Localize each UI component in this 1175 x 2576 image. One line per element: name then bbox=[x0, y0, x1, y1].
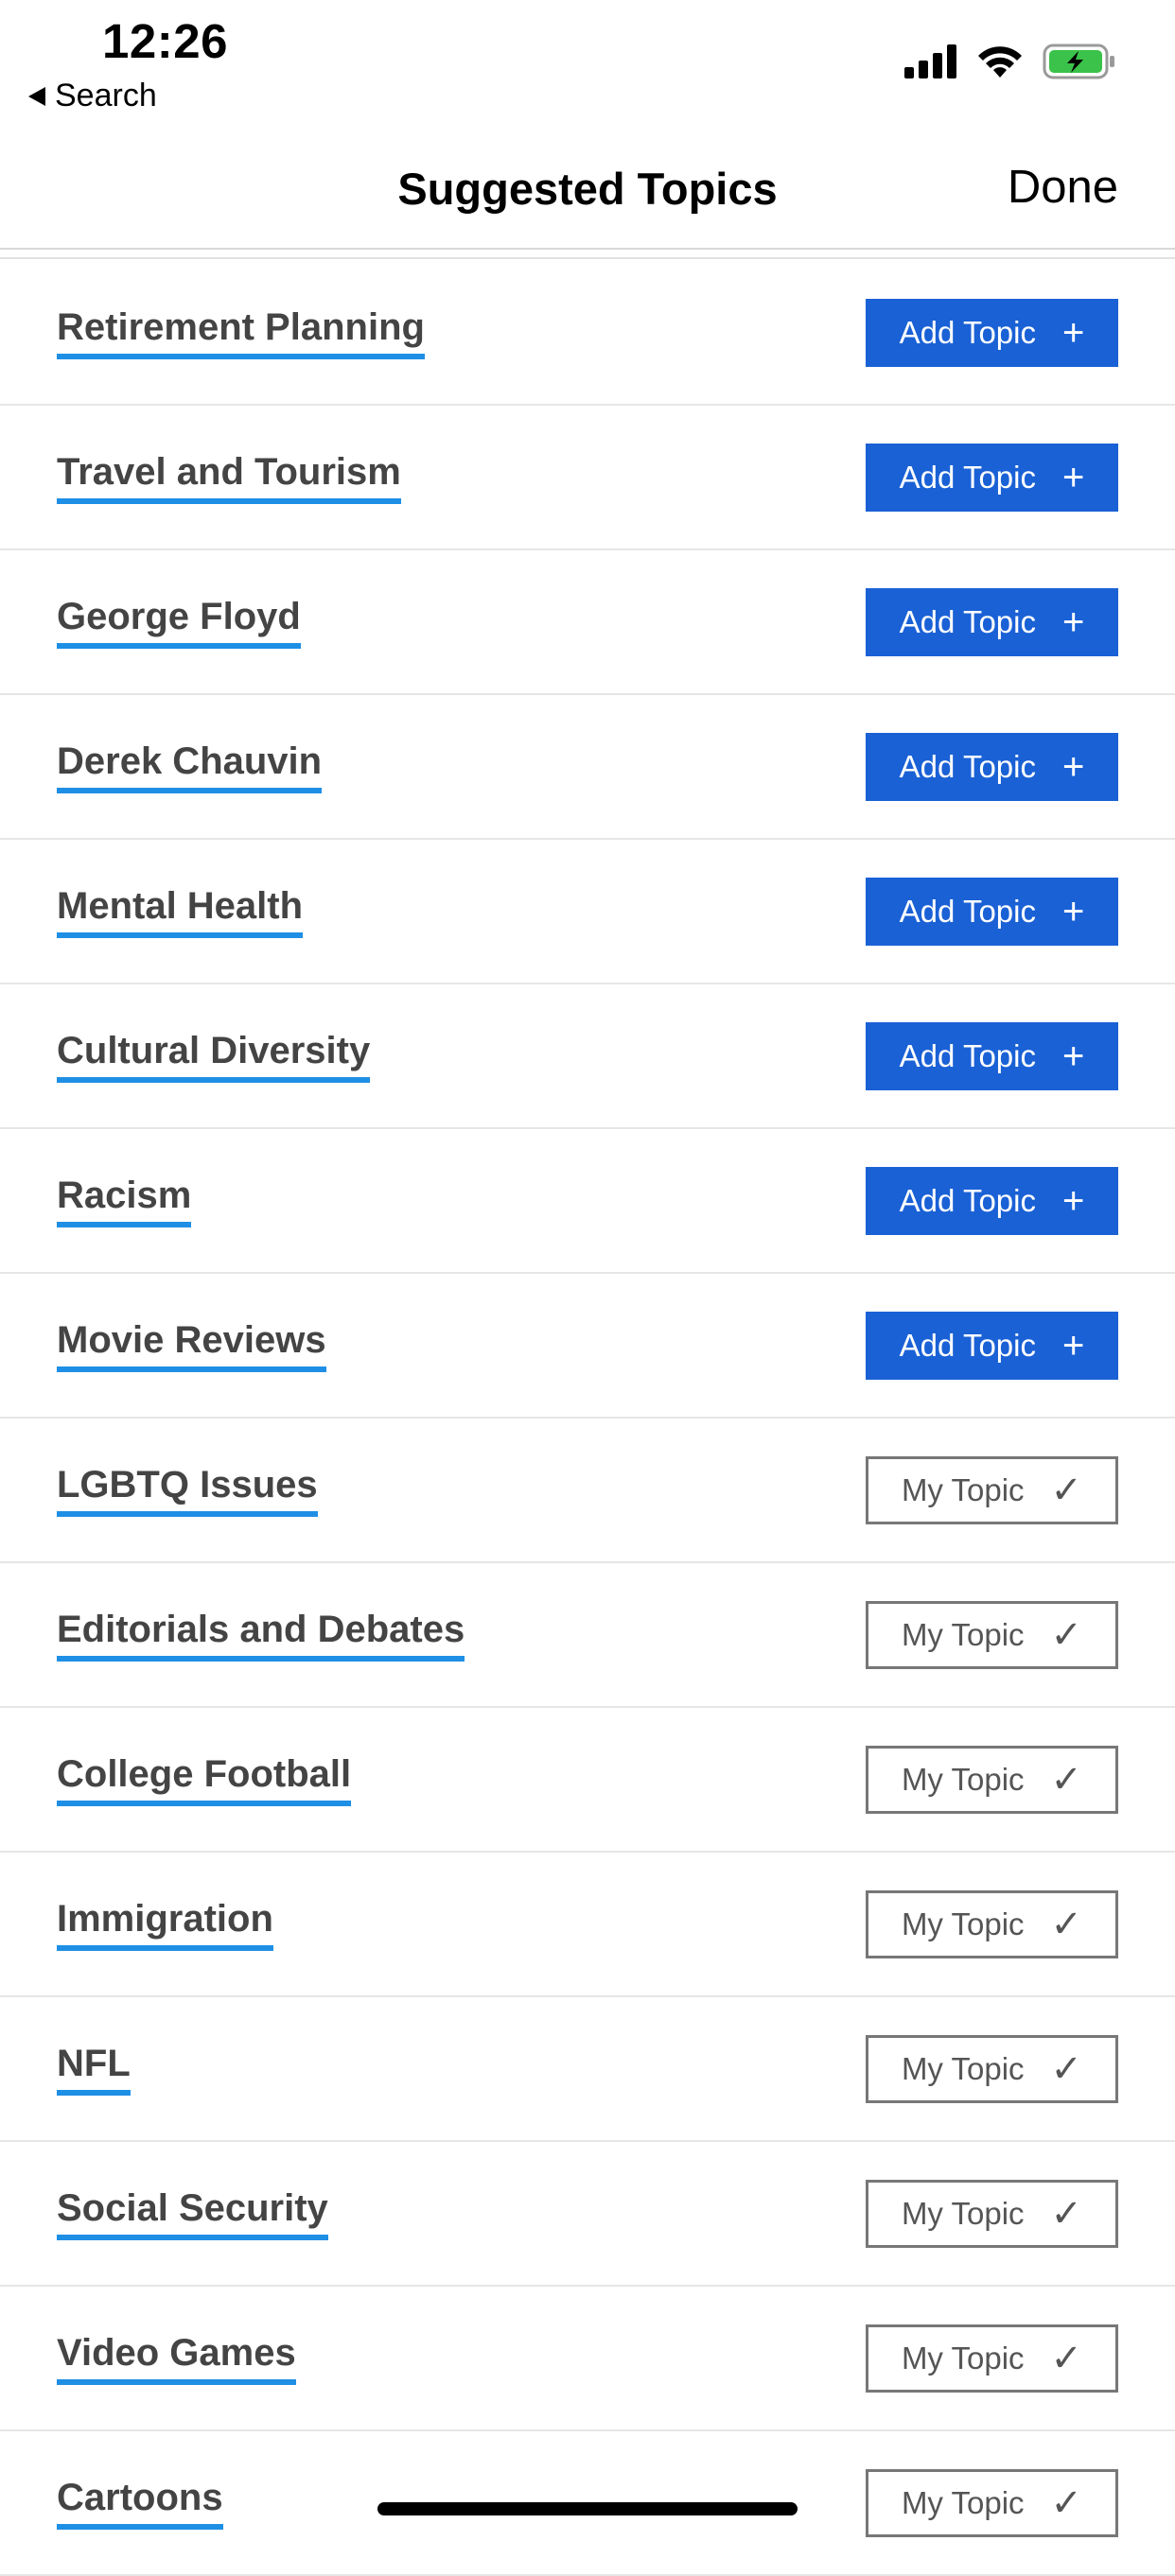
plus-icon: + bbox=[1061, 600, 1085, 643]
checkmark-icon: ✓ bbox=[1050, 1613, 1083, 1656]
add-topic-button[interactable]: Add Topic + bbox=[866, 1021, 1118, 1090]
add-topic-button[interactable]: Add Topic + bbox=[866, 877, 1118, 946]
topic-button-label: Add Topic bbox=[899, 748, 1036, 784]
topic-row: Video Games My Topic ✓ bbox=[0, 2287, 1175, 2431]
plus-icon: + bbox=[1061, 1324, 1085, 1366]
topic-name-link[interactable]: Video Games bbox=[57, 2332, 296, 2385]
topic-button-label: My Topic bbox=[901, 2050, 1025, 2086]
checkmark-icon: ✓ bbox=[1050, 2192, 1083, 2235]
plus-icon: + bbox=[1061, 1179, 1085, 1222]
topic-row: Retirement Planning Add Topic + bbox=[0, 261, 1175, 406]
add-topic-button[interactable]: Add Topic + bbox=[866, 1166, 1118, 1235]
my-topic-button[interactable]: My Topic ✓ bbox=[866, 2324, 1118, 2393]
cellular-signal-icon bbox=[904, 44, 956, 78]
add-topic-button[interactable]: Add Topic + bbox=[866, 732, 1118, 801]
topic-row: Travel and Tourism Add Topic + bbox=[0, 406, 1175, 550]
topic-row: Mental Health Add Topic + bbox=[0, 840, 1175, 984]
topic-name-link[interactable]: Derek Chauvin bbox=[57, 740, 323, 793]
topic-name-link[interactable]: George Floyd bbox=[57, 596, 301, 649]
topic-name-link[interactable]: LGBTQ Issues bbox=[57, 1464, 318, 1517]
my-topic-button[interactable]: My Topic ✓ bbox=[866, 2468, 1118, 2537]
topic-button-label: My Topic bbox=[901, 2195, 1025, 2231]
checkmark-icon: ✓ bbox=[1050, 1758, 1083, 1801]
status-icons bbox=[904, 44, 1116, 79]
topic-row: Editorials and Debates My Topic ✓ bbox=[0, 1563, 1175, 1708]
back-label: Search bbox=[55, 78, 157, 113]
topic-row: Cultural Diversity Add Topic + bbox=[0, 984, 1175, 1129]
plus-icon: + bbox=[1061, 456, 1085, 498]
plus-icon: + bbox=[1061, 745, 1085, 788]
topic-row: Immigration My Topic ✓ bbox=[0, 1853, 1175, 1997]
topic-name-link[interactable]: NFL bbox=[57, 2043, 131, 2096]
back-to-search-link[interactable]: Search bbox=[28, 78, 157, 114]
topic-row: Derek Chauvin Add Topic + bbox=[0, 695, 1175, 840]
plus-icon: + bbox=[1061, 890, 1085, 932]
topic-button-label: Add Topic bbox=[899, 603, 1036, 639]
status-time: 12:26 bbox=[102, 14, 228, 68]
divider bbox=[0, 257, 1175, 259]
checkmark-icon: ✓ bbox=[1050, 1469, 1083, 1511]
topic-name-link[interactable]: Racism bbox=[57, 1175, 192, 1227]
topic-name-link[interactable]: Retirement Planning bbox=[57, 306, 425, 359]
topic-name-link[interactable]: Editorials and Debates bbox=[57, 1609, 465, 1662]
checkmark-icon: ✓ bbox=[1050, 2481, 1083, 2524]
topic-list: Retirement Planning Add Topic + Travel and … bbox=[0, 261, 1175, 2576]
topic-row: College Football My Topic ✓ bbox=[0, 1708, 1175, 1853]
topic-name-link[interactable]: Immigration bbox=[57, 1898, 273, 1951]
topic-button-label: Add Topic bbox=[899, 893, 1036, 929]
my-topic-button[interactable]: My Topic ✓ bbox=[866, 1889, 1118, 1958]
topic-button-label: My Topic bbox=[901, 1616, 1025, 1652]
topic-button-label: Add Topic bbox=[899, 1182, 1036, 1218]
done-button[interactable]: Done bbox=[1008, 161, 1118, 214]
topic-name-link[interactable]: Social Security bbox=[57, 2187, 328, 2240]
topic-name-link[interactable]: College Football bbox=[57, 1753, 352, 1806]
wifi-icon bbox=[978, 46, 1022, 78]
topic-button-label: My Topic bbox=[901, 2340, 1025, 2376]
my-topic-button[interactable]: My Topic ✓ bbox=[866, 1600, 1118, 1669]
my-topic-button[interactable]: My Topic ✓ bbox=[866, 1745, 1118, 1814]
checkmark-icon: ✓ bbox=[1050, 2337, 1083, 2379]
topic-button-label: Add Topic bbox=[899, 459, 1036, 495]
topic-button-label: My Topic bbox=[901, 1761, 1025, 1797]
my-topic-button[interactable]: My Topic ✓ bbox=[866, 2179, 1118, 2248]
add-topic-button[interactable]: Add Topic + bbox=[866, 443, 1118, 512]
page-title: Suggested Topics bbox=[397, 164, 778, 214]
topic-button-label: My Topic bbox=[901, 1471, 1025, 1507]
nav-bar: Suggested Topics Done bbox=[0, 123, 1175, 250]
topic-button-label: My Topic bbox=[901, 2484, 1025, 2520]
home-indicator[interactable] bbox=[377, 2502, 798, 2515]
my-topic-button[interactable]: My Topic ✓ bbox=[866, 1455, 1118, 1524]
plus-icon: + bbox=[1061, 1035, 1085, 1077]
checkmark-icon: ✓ bbox=[1050, 1903, 1083, 1945]
topic-button-label: Add Topic bbox=[899, 314, 1036, 350]
topic-row: Movie Reviews Add Topic + bbox=[0, 1274, 1175, 1419]
topic-name-link[interactable]: Cultural Diversity bbox=[57, 1030, 371, 1083]
my-topic-button[interactable]: My Topic ✓ bbox=[866, 2034, 1118, 2103]
add-topic-button[interactable]: Add Topic + bbox=[866, 587, 1118, 656]
topic-name-link[interactable]: Cartoons bbox=[57, 2477, 223, 2530]
topic-row: Social Security My Topic ✓ bbox=[0, 2142, 1175, 2287]
add-topic-button[interactable]: Add Topic + bbox=[866, 1311, 1118, 1380]
topic-name-link[interactable]: Mental Health bbox=[57, 885, 304, 938]
topic-row: LGBTQ Issues My Topic ✓ bbox=[0, 1419, 1175, 1563]
add-topic-button[interactable]: Add Topic + bbox=[866, 298, 1118, 367]
topic-row: NFL My Topic ✓ bbox=[0, 1997, 1175, 2142]
topic-row: George Floyd Add Topic + bbox=[0, 550, 1175, 695]
topic-name-link[interactable]: Travel and Tourism bbox=[57, 451, 401, 504]
checkmark-icon: ✓ bbox=[1050, 2047, 1083, 2090]
topic-row: Racism Add Topic + bbox=[0, 1129, 1175, 1274]
topic-button-label: My Topic bbox=[901, 1906, 1025, 1941]
battery-charging-icon bbox=[1043, 44, 1114, 79]
back-arrow-icon bbox=[28, 86, 45, 106]
plus-icon: + bbox=[1061, 311, 1085, 354]
status-bar: 12:26 Search bbox=[0, 0, 1175, 123]
topic-button-label: Add Topic bbox=[899, 1037, 1036, 1073]
topic-button-label: Add Topic bbox=[899, 1327, 1036, 1363]
topic-name-link[interactable]: Movie Reviews bbox=[57, 1319, 326, 1372]
